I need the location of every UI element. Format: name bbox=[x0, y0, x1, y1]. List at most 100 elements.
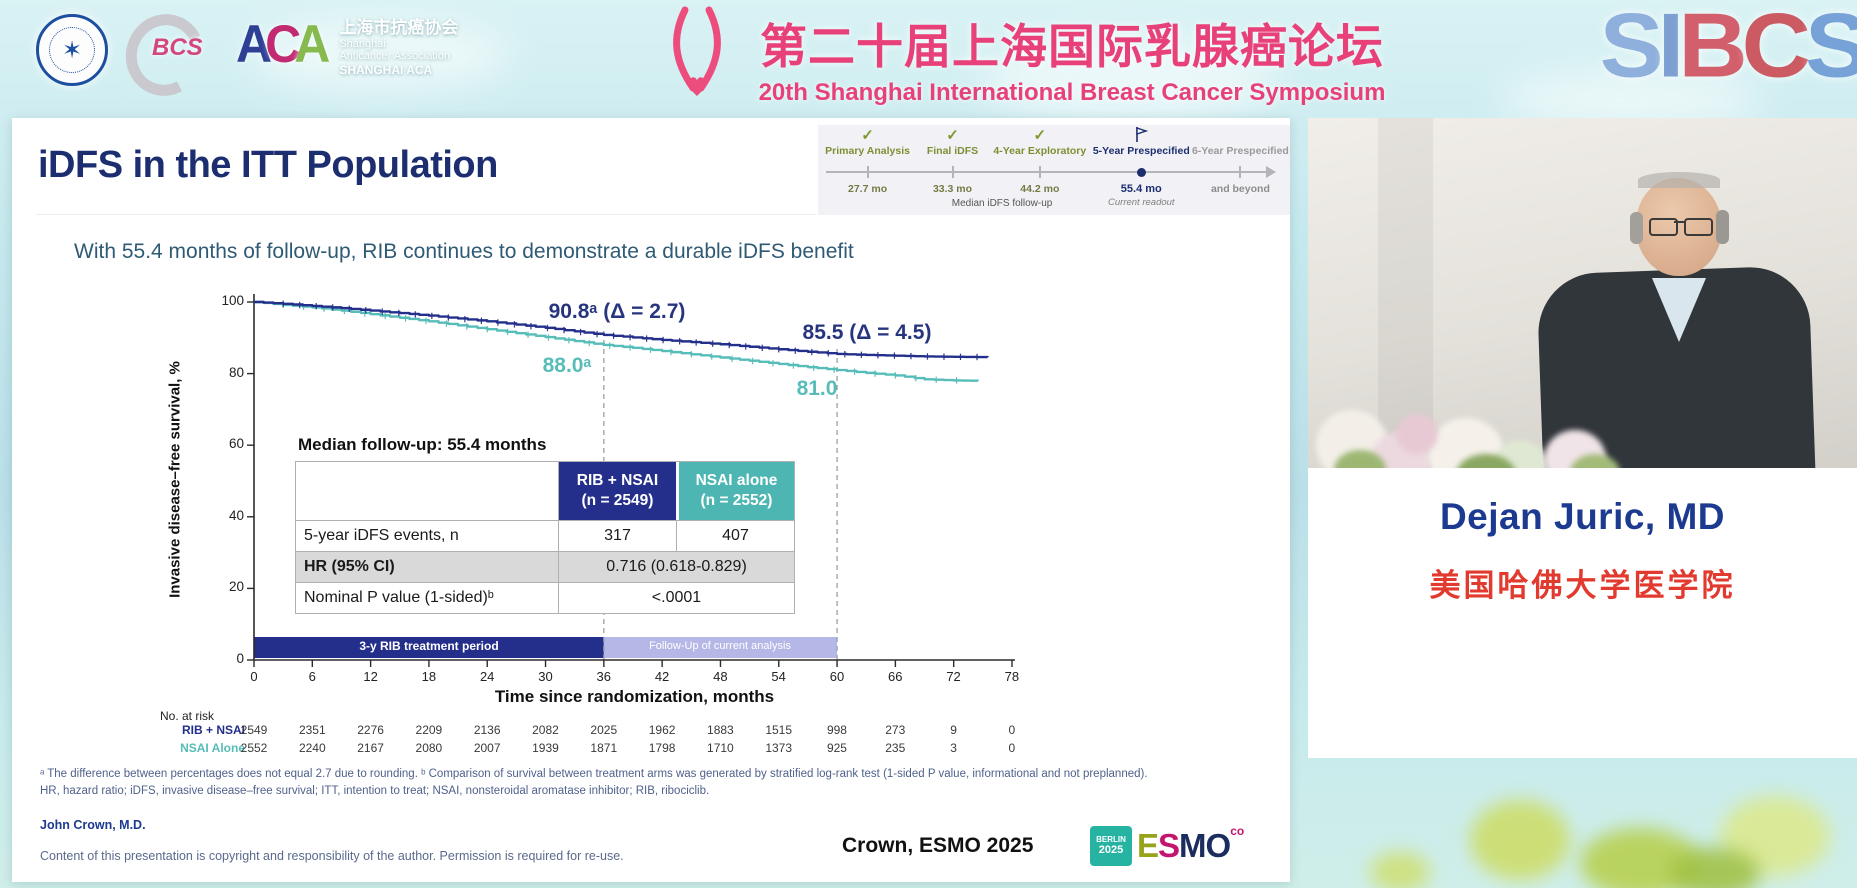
shanghai-aca-logo: ACA 上海市抗癌协会 Shanghai Anticancer Associat… bbox=[236, 14, 458, 78]
risk-value: 1871 bbox=[590, 741, 618, 755]
sibcs-letter: S bbox=[1599, 0, 1664, 97]
risk-value: 273 bbox=[885, 723, 906, 737]
y-tick-label: 0 bbox=[236, 651, 244, 666]
risk-value: 1962 bbox=[648, 723, 676, 737]
aca-letters: ACA bbox=[236, 13, 330, 76]
speaker-name: Dejan Juric, MD bbox=[1439, 496, 1726, 537]
x-tick-label: 60 bbox=[829, 669, 845, 684]
risk-value: 1710 bbox=[707, 741, 734, 755]
risk-value: 2080 bbox=[415, 741, 443, 755]
x-tick-label: 66 bbox=[888, 669, 903, 684]
risk-value: 925 bbox=[826, 741, 847, 755]
caca-emblem-icon: ✶ bbox=[49, 27, 95, 73]
conference-title-en: 20th Shanghai International Breast Cance… bbox=[758, 79, 1386, 106]
stats-value-pvalue: <.0001 bbox=[558, 582, 794, 613]
risk-value: 2549 bbox=[240, 723, 268, 737]
x-tick-label: 78 bbox=[1004, 669, 1020, 684]
flower-blur-decoration bbox=[1470, 800, 1570, 880]
conference-title-cn: 第二十届上海国际乳腺癌论坛 bbox=[760, 20, 1384, 73]
stats-header-rib: RIB + NSAI (n = 2549) bbox=[558, 462, 676, 520]
china-anticancer-association-logo: ✶ bbox=[36, 14, 108, 86]
risk-value: 2167 bbox=[357, 741, 384, 755]
x-tick-label: 30 bbox=[538, 669, 553, 684]
x-tick-label: 72 bbox=[946, 669, 961, 684]
risk-value: 2351 bbox=[298, 723, 326, 737]
risk-value: 235 bbox=[885, 741, 906, 755]
flower-decoration bbox=[1396, 414, 1438, 454]
risk-values-rib: 2549 2351 2276 2209 2136 2082 2025 1962 1883 1515… bbox=[225, 723, 1041, 737]
stats-row-label: Nominal P value (1-sided)ᵇ bbox=[296, 582, 558, 613]
footnote-line1: ᵃ The difference between percentages doe… bbox=[40, 768, 1148, 780]
conference-title: 第二十届上海国际乳腺癌论坛 20th Shanghai Internationa… bbox=[742, 8, 1402, 107]
risk-value: 2025 bbox=[590, 723, 618, 737]
no-at-risk-title: No. at risk bbox=[160, 709, 215, 723]
aca-letter: A bbox=[236, 14, 272, 74]
treatment-bar-label-followup: Follow-Up of current analysis bbox=[649, 640, 791, 652]
speaker-hair bbox=[1630, 212, 1643, 244]
annotation-nsai-36: 88.0ᵃ bbox=[542, 354, 592, 377]
treatment-bar-label-rib: 3-y RIB treatment period bbox=[359, 639, 499, 653]
y-tick-label: 20 bbox=[228, 579, 244, 594]
stats-row-label: 5-year iDFS events, n bbox=[296, 520, 558, 551]
aca-text-block: 上海市抗癌协会 Shanghai Anticancer Association … bbox=[339, 14, 458, 78]
x-tick-label: 18 bbox=[421, 669, 437, 684]
speaker-hair bbox=[1638, 172, 1720, 188]
risk-value: 0 bbox=[1008, 741, 1016, 755]
sibcs-logo: SIBCS bbox=[1599, 0, 1857, 97]
risk-value: 2007 bbox=[473, 741, 501, 755]
sibcs-letter: B bbox=[1678, 0, 1747, 97]
x-tick-label: 24 bbox=[479, 669, 495, 684]
x-tick-label: 0 bbox=[250, 669, 258, 684]
flower-blur-decoration bbox=[1370, 852, 1430, 888]
y-tick-label: 80 bbox=[228, 365, 244, 380]
aca-name-en3: SHANGHAI ACA bbox=[339, 62, 433, 77]
stats-value-hr: 0.716 (0.618-0.829) bbox=[558, 551, 794, 582]
annotation-rib-60: 85.5 (Δ = 4.5) bbox=[802, 321, 932, 344]
risk-value: 3 bbox=[950, 741, 957, 755]
risk-value: 2552 bbox=[240, 741, 268, 755]
aca-name-en2: Anticancer Association bbox=[339, 50, 450, 63]
y-tick-label: 40 bbox=[228, 508, 244, 523]
aca-name-en1: Shanghai bbox=[339, 37, 386, 50]
stats-value-nsai: 407 bbox=[676, 520, 794, 551]
x-axis-tick-labels: 0 6 12 18 24 30 36 42 48 54 60 66 72 78 bbox=[225, 669, 1041, 684]
sibcs-letter: S bbox=[1805, 0, 1857, 91]
aca-name-cn: 上海市抗癌协会 bbox=[339, 18, 459, 37]
cbcs-text: BCS bbox=[152, 34, 203, 61]
footnote-line2: HR, hazard ratio; iDFS, invasive disease… bbox=[40, 785, 710, 797]
stats-table-caption: Median follow-up: 55.4 months bbox=[298, 435, 547, 454]
x-tick-label: 6 bbox=[308, 669, 316, 684]
y-tick-label: 60 bbox=[228, 436, 244, 451]
risk-values-nsai: 2552 2240 2167 2080 2007 1939 1871 1798 1710 1373… bbox=[225, 741, 1041, 755]
risk-value: 0 bbox=[1008, 723, 1016, 737]
y-axis-title: Invasive disease–free survival, % bbox=[166, 361, 184, 598]
speaker-caption-panel: Dejan Juric, MD 美国哈佛大学医学院 bbox=[1308, 468, 1857, 758]
aca-letter: C bbox=[265, 14, 301, 74]
annotation-rib-36: 90.8ᵃ (Δ = 2.7) bbox=[548, 300, 686, 323]
page-background: ✶ BCS ACA 上海市抗癌协会 Shanghai Anticancer As… bbox=[0, 0, 1857, 888]
x-tick-label: 12 bbox=[363, 669, 378, 684]
aca-letter: A bbox=[294, 14, 330, 74]
stats-header-nsai: NSAI alone (n = 2552) bbox=[676, 462, 794, 520]
glasses-icon bbox=[1684, 218, 1713, 236]
header-bar: ✶ BCS ACA 上海市抗癌协会 Shanghai Anticancer As… bbox=[0, 0, 1857, 107]
stats-row-label: HR (95% CI) bbox=[296, 551, 558, 582]
stats-header-empty bbox=[296, 462, 558, 520]
annotation-nsai-60: 81.0 bbox=[796, 377, 838, 400]
x-tick-label: 36 bbox=[596, 669, 611, 684]
speaker-hair bbox=[1716, 210, 1729, 244]
speaker-affiliation: 美国哈佛大学医学院 bbox=[1429, 568, 1736, 603]
risk-value: 1373 bbox=[765, 741, 793, 755]
risk-value: 1883 bbox=[707, 723, 734, 737]
x-tick-label: 54 bbox=[771, 669, 786, 684]
pink-ribbon-icon bbox=[655, 4, 739, 105]
risk-value: 1939 bbox=[532, 741, 559, 755]
sibcs-letter: C bbox=[1741, 0, 1811, 97]
stats-table: RIB + NSAI (n = 2549) NSAI alone (n = 25… bbox=[295, 461, 795, 614]
risk-value: 2209 bbox=[415, 723, 443, 737]
risk-value: 2276 bbox=[357, 723, 384, 737]
presentation-slide: iDFS in the ITT Population With 55.4 mon… bbox=[12, 118, 1290, 882]
risk-value: 998 bbox=[826, 723, 847, 737]
sibcs-letter: I bbox=[1657, 0, 1685, 97]
speaker-video-feed bbox=[1308, 118, 1857, 468]
